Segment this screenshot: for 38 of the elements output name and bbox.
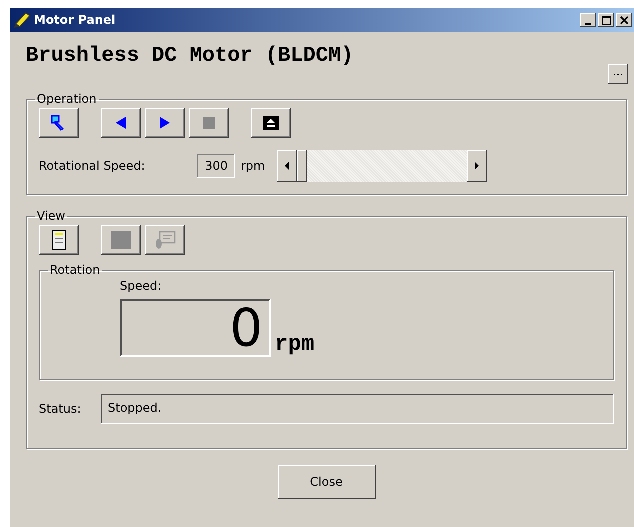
- panel-heading: Brushless DC Motor (BLDCM): [26, 45, 354, 70]
- status-field: Stopped.: [101, 394, 614, 424]
- stop-icon: [202, 116, 216, 130]
- close-icon: [620, 16, 628, 25]
- maximize-button[interactable]: [598, 13, 614, 27]
- note-icon: [154, 230, 176, 250]
- more-button[interactable]: [608, 64, 628, 84]
- key-tool-button[interactable]: [39, 108, 79, 138]
- ellipsis-icon: [614, 72, 622, 76]
- speed-slider[interactable]: [277, 150, 488, 182]
- scroll-right-icon[interactable]: [467, 150, 488, 182]
- group-label: Rotation: [49, 263, 102, 277]
- unit-label: rpm: [241, 159, 266, 173]
- left-arrow-icon: [115, 116, 127, 130]
- document-icon: [52, 230, 66, 250]
- close-button[interactable]: [616, 13, 632, 27]
- slider-thumb[interactable]: [297, 150, 308, 182]
- scroll-left-icon[interactable]: [277, 150, 298, 182]
- pencil-icon: [12, 11, 32, 29]
- status-label: Status:: [39, 402, 82, 416]
- close-dialog-button[interactable]: Close: [278, 465, 376, 499]
- group-label: Operation: [36, 92, 98, 106]
- right-button[interactable]: [145, 108, 185, 138]
- speed-display: 0: [120, 299, 271, 357]
- speed-field[interactable]: 300: [197, 154, 235, 178]
- speed-label: Rotational Speed:: [39, 159, 146, 173]
- eject-button[interactable]: [251, 108, 291, 138]
- minimize-button[interactable]: [580, 13, 596, 27]
- maximize-icon: [602, 16, 610, 25]
- speed-label: Speed:: [120, 279, 163, 293]
- left-button[interactable]: [101, 108, 141, 138]
- right-arrow-icon: [159, 116, 171, 130]
- list-button[interactable]: [39, 225, 79, 255]
- group-label: View: [36, 209, 66, 223]
- window-title: Motor Panel: [34, 13, 117, 27]
- square-icon: [111, 231, 131, 249]
- unit-label: rpm: [275, 332, 315, 357]
- eject-icon: [263, 116, 279, 130]
